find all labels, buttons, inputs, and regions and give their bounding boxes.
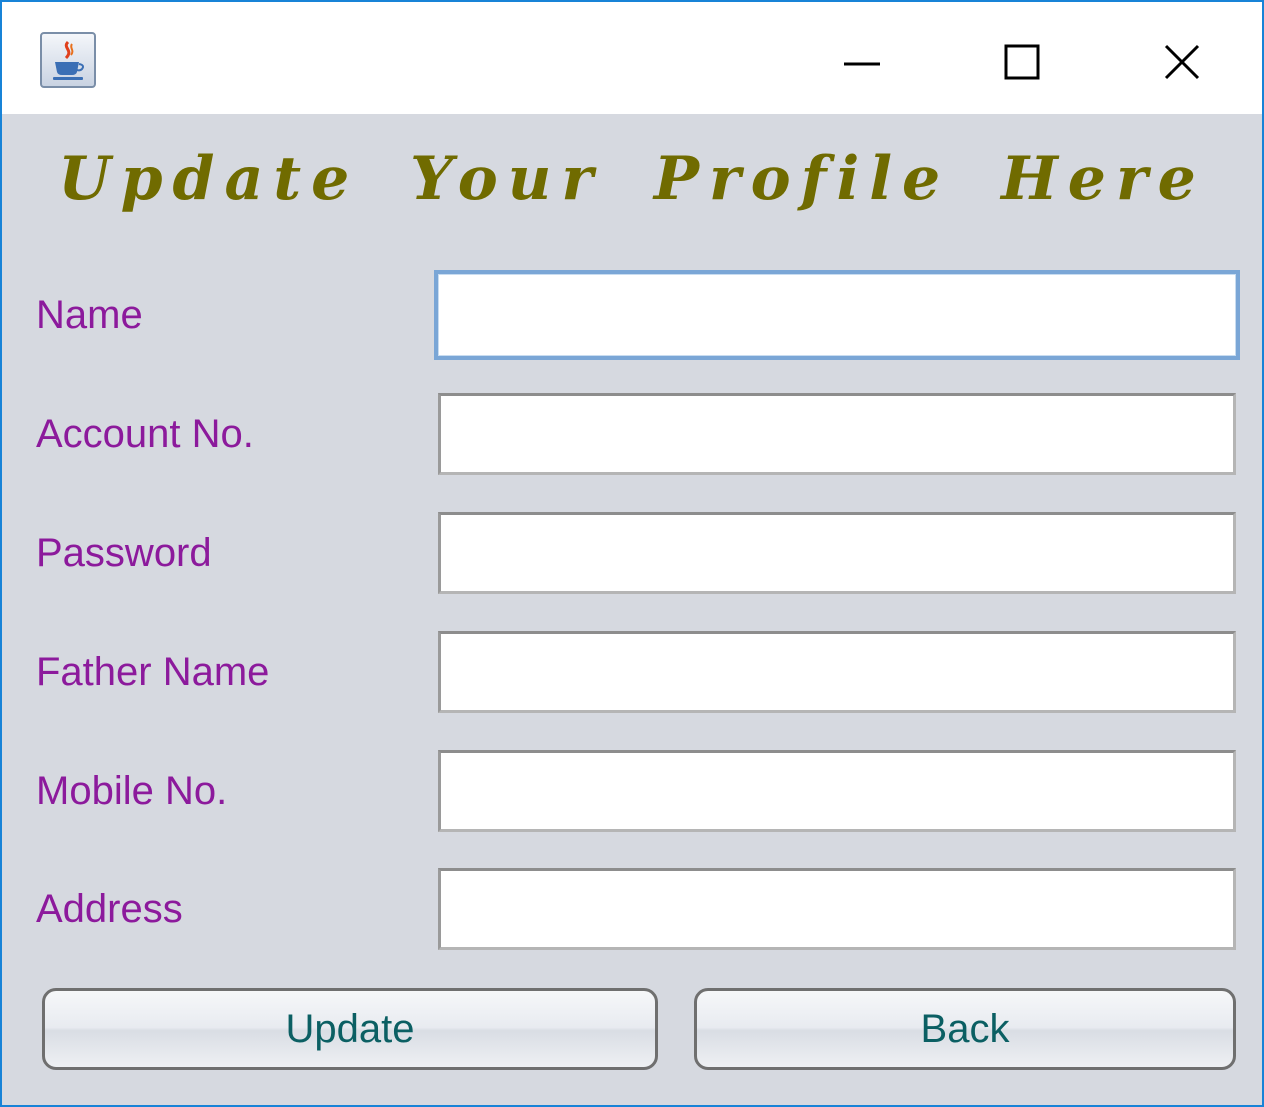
form-row-name: Name xyxy=(2,270,1262,360)
update-button[interactable]: Update xyxy=(42,988,658,1070)
account-no-field[interactable] xyxy=(438,393,1236,475)
account-no-label: Account No. xyxy=(36,412,254,456)
father-name-label: Father Name xyxy=(36,650,270,694)
page-title: Update Your Profile Here xyxy=(58,144,1206,214)
form-panel: Update Your Profile Here Name Account No… xyxy=(2,114,1262,1105)
address-field[interactable] xyxy=(438,868,1236,950)
form-row-address: Address xyxy=(2,866,1262,952)
name-field[interactable] xyxy=(434,270,1240,360)
form-row-mobile: Mobile No. xyxy=(2,748,1262,834)
title-bar[interactable] xyxy=(2,2,1262,114)
address-label: Address xyxy=(36,887,183,931)
mobile-no-field[interactable] xyxy=(438,750,1236,832)
back-button[interactable]: Back xyxy=(694,988,1236,1070)
maximize-button[interactable] xyxy=(962,2,1082,114)
password-label: Password xyxy=(36,531,212,575)
form-row-account: Account No. xyxy=(2,391,1262,477)
form-row-password: Password xyxy=(2,510,1262,596)
app-window: Update Your Profile Here Name Account No… xyxy=(0,0,1264,1107)
minimize-button[interactable] xyxy=(802,2,922,114)
close-icon xyxy=(1164,44,1200,80)
java-coffee-cup-icon[interactable] xyxy=(40,32,96,88)
minimize-icon xyxy=(844,62,880,66)
password-field[interactable] xyxy=(438,512,1236,594)
close-button[interactable] xyxy=(1122,2,1242,114)
name-label: Name xyxy=(36,293,143,337)
mobile-no-label: Mobile No. xyxy=(36,769,228,813)
form-row-father-name: Father Name xyxy=(2,629,1262,715)
father-name-field[interactable] xyxy=(438,631,1236,713)
maximize-icon xyxy=(1004,44,1040,80)
